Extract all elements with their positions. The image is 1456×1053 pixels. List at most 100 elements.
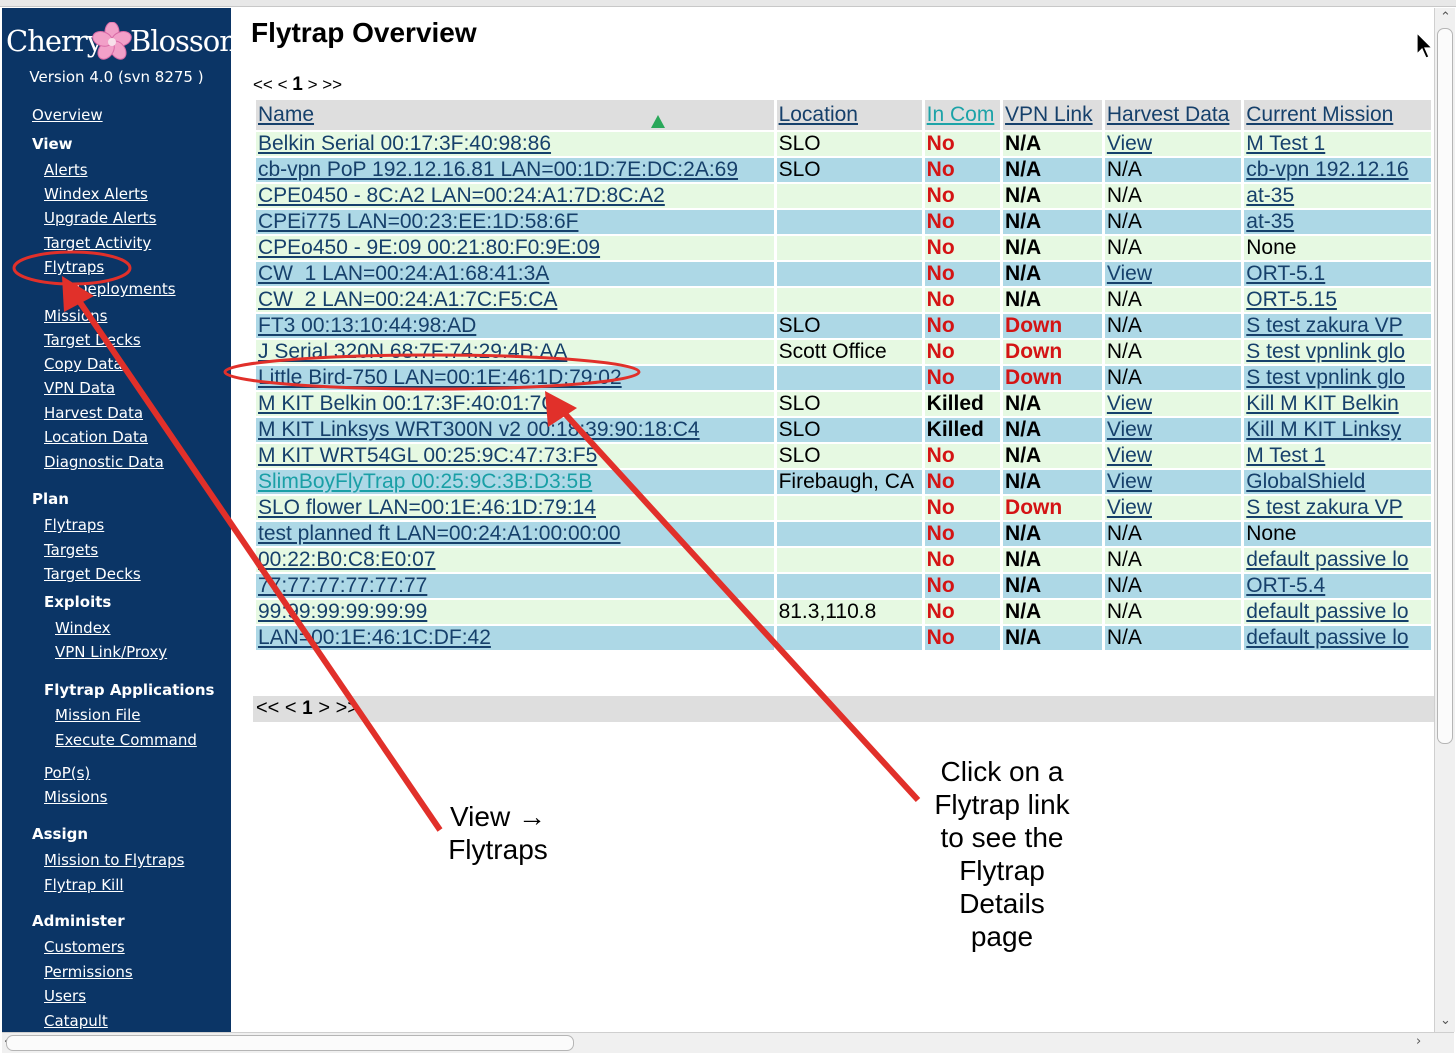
nav-vpn-link-proxy[interactable]: VPN Link/Proxy [55, 643, 167, 661]
cell-harvest-data-value[interactable]: View [1107, 262, 1152, 285]
nav-flytrap-kill[interactable]: Flytrap Kill [44, 876, 124, 894]
nav-harvest-data[interactable]: Harvest Data [44, 404, 143, 422]
cell-name-value[interactable]: Belkin Serial 00:17:3F:40:98:86 [258, 132, 551, 155]
nav-missions[interactable]: Missions [44, 307, 107, 325]
pager-bottom-last[interactable]: >> [336, 697, 359, 719]
cell-name-value[interactable]: cb-vpn PoP 192.12.16.81 LAN=00:1D:7E:DC:… [258, 158, 738, 181]
cell-current-mission-value[interactable]: default passive lo [1246, 626, 1408, 649]
pager-bottom-first[interactable]: << [256, 697, 279, 719]
nav-mission-to-flytraps[interactable]: Mission to Flytraps [44, 851, 184, 869]
col-current-mission[interactable]: Current Mission [1244, 100, 1431, 130]
nav-deployments[interactable]: Deployments [76, 280, 176, 298]
pager-last[interactable]: >> [322, 75, 342, 94]
vertical-scrollbar[interactable]: ⌃ ⌄ [1434, 8, 1455, 1032]
cell-current-mission-value[interactable]: S test zakura VP [1246, 496, 1402, 519]
cell-current-mission-value[interactable]: default passive lo [1246, 548, 1408, 571]
cell-current-mission-value[interactable]: S test vpnlink glo [1246, 340, 1405, 363]
scroll-down-icon[interactable]: ⌄ [1440, 1013, 1451, 1028]
cell-harvest-data-value[interactable]: View [1107, 444, 1152, 467]
cell-current-mission-value[interactable]: at-35 [1246, 210, 1294, 233]
cell-name-value[interactable]: 77:77:77:77:77:77 [258, 574, 427, 597]
cell-in-com: No [924, 314, 1001, 338]
vertical-scroll-thumb[interactable] [1437, 28, 1453, 744]
cell-name-value[interactable]: test planned ft LAN=00:24:A1:00:00:00 [258, 522, 621, 545]
nav-pops[interactable]: PoP(s) [44, 764, 90, 782]
cell-name-value[interactable]: CPE0450 - 8C:A2 LAN=00:24:A1:7D:8C:A2 [258, 184, 665, 207]
pager-bottom-prev[interactable]: < [285, 697, 297, 719]
col-name[interactable]: Name [256, 100, 774, 130]
col-location[interactable]: Location [776, 100, 922, 130]
col-vpn-link[interactable]: VPN Link [1003, 100, 1102, 130]
cell-current-mission-value[interactable]: M Test 1 [1246, 132, 1325, 155]
cell-current-mission-value[interactable]: M Test 1 [1246, 444, 1325, 467]
cell-current-mission-value[interactable]: S test zakura VP [1246, 314, 1402, 337]
cell-name-value[interactable]: CPEo450 - 9E:09 00:21:80:F0:9E:09 [258, 236, 600, 259]
main-content: Flytrap Overview << < 1 > >> Name Locati… [231, 8, 1434, 1032]
cell-harvest-data: View [1104, 392, 1242, 416]
nav-plan-targets[interactable]: Targets [44, 541, 98, 559]
cell-name-value[interactable]: J Serial 320N 68:7F:74:29:4B:AA [258, 340, 567, 363]
cell-name-value[interactable]: SLO flower LAN=00:1E:46:1D:79:14 [258, 496, 596, 519]
cell-name-value[interactable]: Little Bird-750 LAN=00:1E:46:1D:79:02 [258, 366, 622, 389]
nav-location-data[interactable]: Location Data [44, 428, 148, 446]
cell-harvest-data-value[interactable]: View [1107, 392, 1152, 415]
cell-current-mission-value[interactable]: GlobalShield [1246, 470, 1365, 493]
nav-customers[interactable]: Customers [44, 938, 125, 956]
cell-name-value[interactable]: 00:22:B0:C8:E0:07 [258, 548, 435, 571]
scroll-right-icon[interactable]: › [1416, 1034, 1421, 1049]
nav-alerts[interactable]: Alerts [44, 161, 88, 179]
nav-execute-command[interactable]: Execute Command [55, 731, 197, 749]
cell-name-value[interactable]: M KIT Linksys WRT300N v2 00:18:39:90:18:… [258, 418, 700, 441]
cell-name-value[interactable]: M KIT WRT54GL 00:25:9C:47:73:F5 [258, 444, 597, 467]
cell-harvest-data-value[interactable]: View [1107, 470, 1152, 493]
nav-overview[interactable]: Overview [32, 106, 103, 124]
cell-current-mission-value[interactable]: Kill M KIT Linksy [1246, 418, 1401, 441]
nav-mission-file[interactable]: Mission File [55, 706, 140, 724]
cell-current-mission-value[interactable]: Kill M KIT Belkin [1246, 392, 1399, 415]
horizontal-scrollbar[interactable]: ‹ › [2, 1032, 1454, 1053]
nav-copy-data[interactable]: Copy Data [44, 355, 123, 373]
cell-name-value[interactable]: CPEi775 LAN=00:23:EE:1D:58:6F [258, 210, 578, 233]
cell-name-value[interactable]: CW_2 LAN=00:24:A1:7C:F5:CA [258, 288, 557, 311]
nav-vpn-data[interactable]: VPN Data [44, 379, 115, 397]
col-in-com[interactable]: In Com [924, 100, 1001, 130]
sort-ascending-icon[interactable] [651, 115, 665, 128]
cell-name-value[interactable]: CW_1 LAN=00:24:A1:68:41:3A [258, 262, 549, 285]
pager-first[interactable]: << [253, 75, 273, 94]
nav-plan-missions[interactable]: Missions [44, 788, 107, 806]
cell-name-value[interactable]: 99:99:99:99:99:99 [258, 600, 427, 623]
scroll-up-icon[interactable]: ⌃ [1440, 10, 1451, 25]
cell-current-mission-value[interactable]: cb-vpn 192.12.16 [1246, 158, 1408, 181]
col-harvest-data[interactable]: Harvest Data [1104, 100, 1242, 130]
nav-users[interactable]: Users [44, 987, 86, 1005]
nav-permissions[interactable]: Permissions [44, 963, 133, 981]
cell-name-value[interactable]: M KIT Belkin 00:17:3F:40:01:7C [258, 392, 556, 415]
cell-name-value[interactable]: FT3 00:13:10:44:98:AD [258, 314, 476, 337]
cell-current-mission-value[interactable]: default passive lo [1246, 600, 1408, 623]
nav-catapult[interactable]: Catapult [44, 1012, 108, 1030]
cell-harvest-data-value[interactable]: View [1107, 496, 1152, 519]
cell-harvest-data-value[interactable]: View [1107, 418, 1152, 441]
pager-next[interactable]: > [308, 75, 318, 94]
nav-windex[interactable]: Windex [55, 619, 111, 637]
cell-harvest-data-value[interactable]: View [1107, 132, 1152, 155]
nav-diagnostic-data[interactable]: Diagnostic Data [44, 453, 164, 471]
cell-name-value[interactable]: SlimBoyFlyTrap 00:25:9C:3B:D3:5B [258, 470, 592, 493]
nav-target-decks[interactable]: Target Decks [44, 331, 141, 349]
cell-name-value[interactable]: LAN=00:1E:46:1C:DF:42 [258, 626, 491, 649]
cell-current-mission-value[interactable]: ORT-5.15 [1246, 288, 1337, 311]
nav-plan-target-decks[interactable]: Target Decks [44, 565, 141, 583]
cell-current-mission-value[interactable]: at-35 [1246, 184, 1294, 207]
cell-current-mission-value[interactable]: ORT-5.1 [1246, 262, 1325, 285]
nav-flytraps[interactable]: Flytraps [44, 258, 104, 276]
cell-location-value: SLO [778, 392, 821, 415]
nav-windex-alerts[interactable]: Windex Alerts [44, 185, 148, 203]
horizontal-scroll-thumb[interactable] [6, 1035, 574, 1051]
cell-current-mission-value[interactable]: S test vpnlink glo [1246, 366, 1405, 389]
pager-bottom-next[interactable]: > [318, 697, 330, 719]
pager-prev[interactable]: < [278, 75, 288, 94]
nav-plan-flytraps[interactable]: Flytraps [44, 516, 104, 534]
cell-current-mission-value[interactable]: ORT-5.4 [1246, 574, 1325, 597]
nav-target-activity[interactable]: Target Activity [44, 234, 151, 252]
nav-upgrade-alerts[interactable]: Upgrade Alerts [44, 209, 156, 227]
